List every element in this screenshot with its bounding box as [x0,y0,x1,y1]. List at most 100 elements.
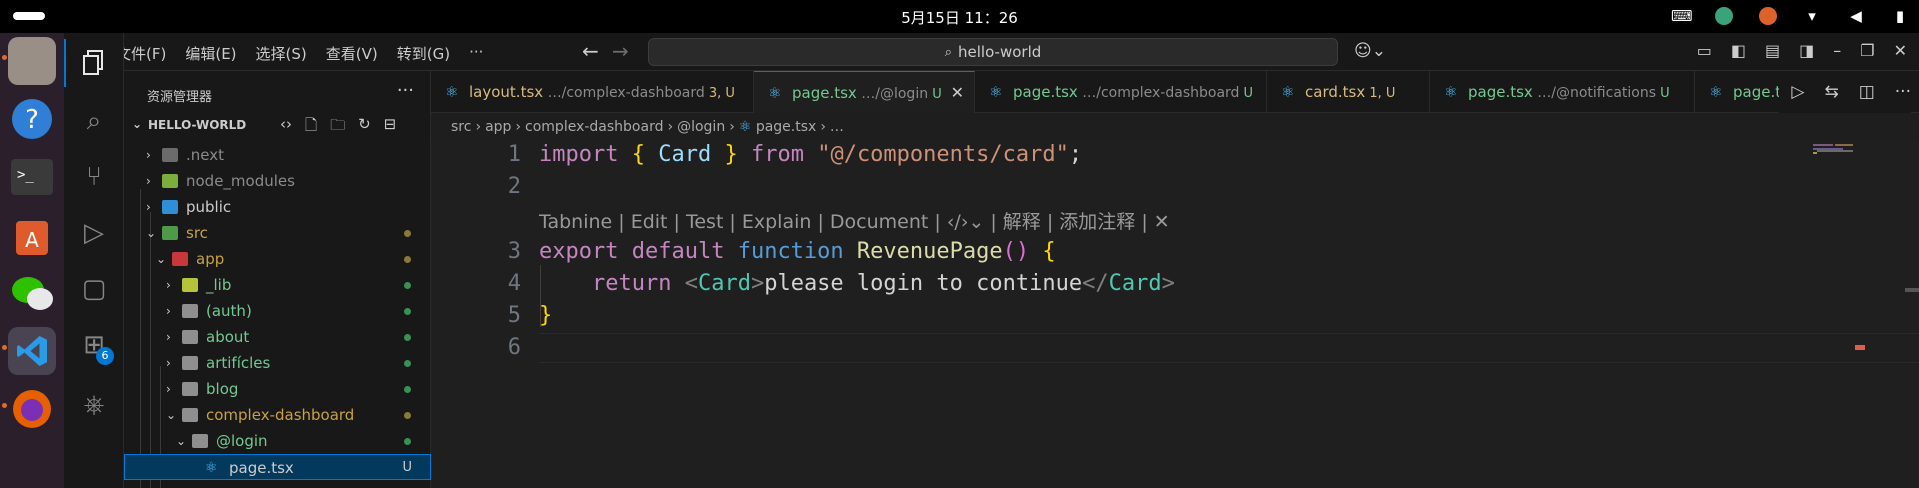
modified-dot [404,412,411,419]
source-control-icon[interactable]: ⑂ [64,153,124,201]
compare-changes-icon[interactable]: ⇆ [1824,82,1838,102]
wechat-app-icon[interactable] [8,269,56,317]
tree-item-about[interactable]: › about [124,324,431,350]
close-window-icon[interactable]: ✕ [1894,41,1907,60]
breadcrumb-item[interactable]: complex-dashboard [525,119,663,135]
code-line-5[interactable]: } [539,303,552,328]
sync-app-icon[interactable] [1715,7,1733,25]
tree-item-blog[interactable]: › blog [124,376,431,402]
toggle-secondary-sidebar-icon[interactable]: ◨ [1799,41,1814,60]
tree-item-public[interactable]: › public [124,194,431,220]
menu-edit[interactable]: 编辑(E) [185,43,236,64]
tab-name: page.tsx [1013,83,1078,101]
tree-item-next[interactable]: › .next [124,142,431,168]
folder-icon [182,330,198,344]
system-tray[interactable]: ⌨ ▾ ◀ ▮ [1671,7,1909,25]
tab-status: U [928,87,942,102]
breadcrumb-item[interactable]: app [485,119,511,135]
minimize-icon[interactable]: – [1833,41,1841,60]
remote-explorer-icon[interactable]: ▢ [64,265,124,313]
breadcrumb: src › app › complex-dashboard › @login › ⚛ page.… [451,119,844,135]
chevron-right-icon: › [146,200,151,214]
help-app-icon[interactable]: ? [8,95,56,143]
app-center-icon[interactable]: A [8,211,56,259]
tab-page-tsx-notifications[interactable]: ⚛ page.tsx …/@notifications U [1430,71,1695,113]
wifi-icon[interactable]: ▾ [1803,7,1821,25]
tree-item-page-tsx[interactable]: ⚛ page.tsx U [124,454,431,480]
tab-card-tsx[interactable]: ⚛ card.tsx 1, U [1267,71,1430,113]
tab-page-tsx-complex-dashboard[interactable]: ⚛ page.tsx …/complex-dashboard U [975,71,1267,113]
vscode-app-icon[interactable] [8,327,56,375]
keyboard-icon[interactable]: ⌨ [1671,7,1693,25]
menu-go[interactable]: 转到(G) [397,43,450,64]
code-line-1[interactable]: import { Card } from "@/components/card"… [539,142,1082,167]
tree-item-login[interactable]: ⌄ @login [124,428,431,454]
search-icon[interactable]: ⌕ [64,97,124,145]
codelens-actions[interactable]: Tabnine | Edit | Test | Explain | Docume… [539,207,1170,234]
firefox-app-icon[interactable] [8,385,56,433]
code-token: return [591,271,672,296]
code-editor[interactable]: 1 import { Card } from "@/components/car… [431,140,1919,488]
editor-actions: ▷ ⇆ ◫ ··· [1779,71,1911,113]
toggle-panel-icon[interactable]: ▤ [1765,41,1780,60]
workspace-root[interactable]: ⌄ HELLO-WORLD ‹› 🗋 🗀 ↻ ⊟ [124,114,431,136]
close-tab-icon[interactable]: ✕ [951,72,964,113]
volume-icon[interactable]: ◀ [1847,7,1865,25]
tree-item-auth[interactable]: › (auth) [124,298,431,324]
scrollbar-thumb[interactable] [1905,288,1919,292]
tree-item-src[interactable]: ⌄ src [124,220,431,246]
menu-selection[interactable]: 选择(S) [256,43,307,64]
breadcrumb-item[interactable]: page.tsx [756,119,816,135]
tree-item-complex-dashboard[interactable]: ⌄ complex-dashboard [124,402,431,428]
cat-app-icon[interactable] [1759,7,1777,25]
minimap[interactable] [1813,144,1861,156]
menu-more[interactable]: ··· [469,43,483,64]
back-arrow-icon[interactable]: ← [582,39,599,63]
terminal-app-icon[interactable]: >_ [8,153,56,201]
breadcrumb-item[interactable]: @login [677,119,725,135]
tree-item-label: artifícles [206,354,271,372]
untracked-dot [404,282,411,289]
chevron-down-icon: ⌄ [176,434,187,448]
files-app-icon[interactable] [8,37,56,85]
layout-icon[interactable]: ▭ [1697,41,1712,60]
code-line-3[interactable]: export default function RevenuePage() { [539,239,1056,264]
menu-view[interactable]: 查看(V) [326,43,378,64]
code-icon[interactable]: ‹› [280,115,292,140]
react-file-icon: ⚛ [445,83,459,101]
battery-icon[interactable]: ▮ [1891,7,1909,25]
copilot-icon[interactable]: ☺⌄ [1354,41,1386,61]
forward-arrow-icon[interactable]: → [612,39,629,63]
explorer-more-button[interactable]: ··· [397,80,414,101]
tree-item-app[interactable]: ⌄ app [124,246,431,272]
toggle-sidebar-icon[interactable]: ◧ [1731,41,1746,60]
extensions-icon[interactable]: ⊞ 6 [64,321,124,369]
system-clock[interactable]: 5月15日 11：26 [0,7,1919,28]
collapse-all-icon[interactable]: ⊟ [384,115,397,140]
code-line-4[interactable]: return <Card>please login to continue</C… [539,271,1175,296]
run-debug-icon[interactable]: ▷ [64,209,124,257]
breadcrumb-item[interactable]: … [830,119,844,135]
tree-item-artifacles[interactable]: › artifícles [124,350,431,376]
split-editor-icon[interactable]: ◫ [1859,82,1875,102]
more-actions-icon[interactable]: ··· [1895,82,1911,102]
workspace-root-label: HELLO-WORLD [148,118,247,132]
tab-page-tsx-login[interactable]: ⚛ page.tsx …/@login U ✕ [754,71,975,113]
tree-item-node-modules[interactable]: › node_modules [124,168,431,194]
refresh-icon[interactable]: ↻ [358,115,371,140]
explorer-icon[interactable] [64,39,124,87]
kubernetes-icon[interactable]: ⎈ [64,381,124,429]
command-center-search[interactable]: ⌕ hello-world [648,38,1338,66]
new-folder-icon[interactable]: 🗀 [330,115,345,140]
breadcrumb-item[interactable]: src [451,119,471,135]
tab-layout-tsx[interactable]: ⚛ layout.tsx …/complex-dashboard 3, U [431,71,754,113]
window-controls: ▭ ◧ ▤ ◨ – ❐ ✕ [1697,41,1907,60]
tree-item-lib[interactable]: › _lib [124,272,431,298]
new-file-icon[interactable]: 🗋 [305,115,317,140]
tree-item-label: .next [186,146,224,164]
run-icon[interactable]: ▷ [1791,82,1804,102]
code-token: RevenuePage [856,239,1003,264]
chevron-right-icon: › [166,382,171,396]
running-indicator [2,403,7,408]
restore-icon[interactable]: ❐ [1860,41,1874,60]
